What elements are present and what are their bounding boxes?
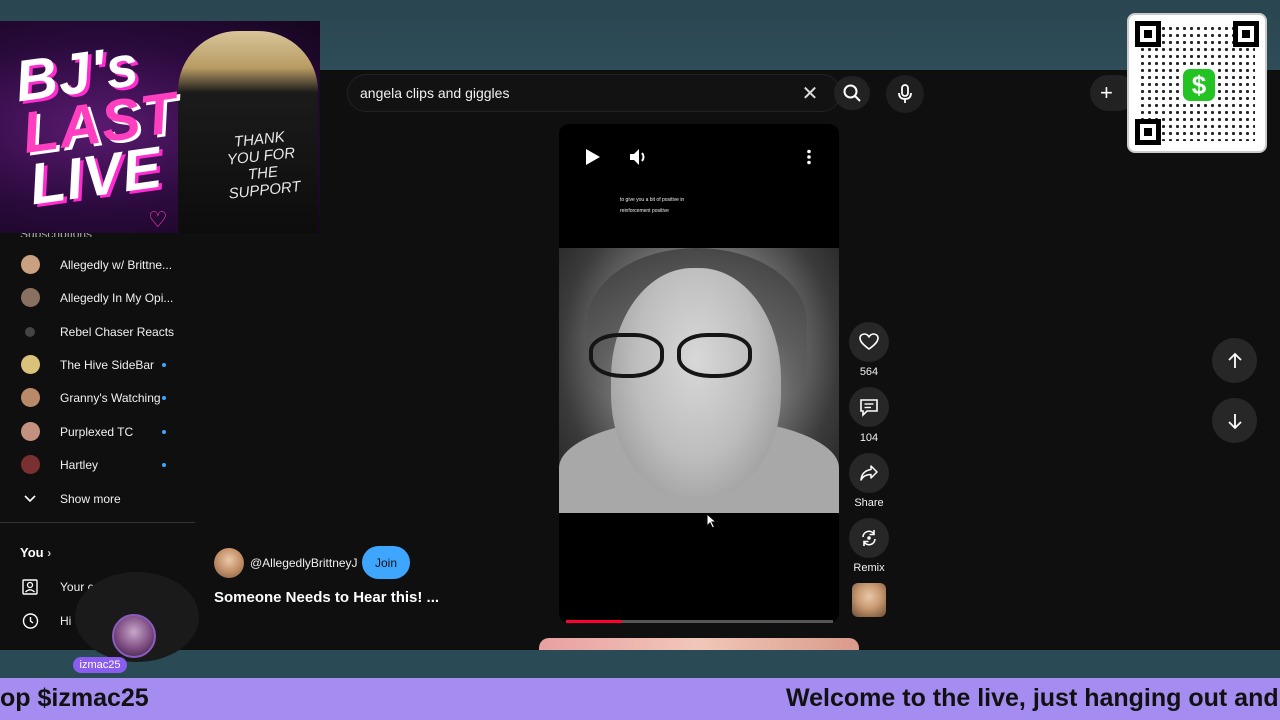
sidebar-item-subscription[interactable]: The Hive SideBar: [0, 348, 195, 381]
new-content-dot: [162, 429, 166, 434]
new-content-dot: [162, 395, 166, 400]
search-input[interactable]: angela clips and giggles: [360, 85, 798, 101]
remix-button[interactable]: [849, 518, 889, 558]
video-progress-fill: [566, 620, 622, 623]
video-person-glasses: [589, 333, 769, 383]
heart-icon: ♡: [148, 207, 168, 232]
channel-thumbnail[interactable]: [852, 583, 886, 617]
account-box-icon: [22, 578, 38, 595]
you-section-header[interactable]: You ›: [20, 545, 51, 560]
like-button[interactable]: [849, 322, 889, 362]
search-button[interactable]: [834, 76, 870, 110]
video-player-bottom[interactable]: [559, 513, 839, 623]
chevron-right-icon: ›: [47, 546, 52, 560]
new-content-dot: [162, 362, 166, 367]
share-button[interactable]: [849, 453, 889, 493]
video-frame[interactable]: [559, 248, 839, 513]
sidebar-item-subscription[interactable]: Allegedly In My Opi...: [0, 281, 195, 314]
channel-avatar: [25, 326, 35, 337]
comment-count: 104: [859, 432, 879, 444]
video-title[interactable]: Someone Needs to Hear this! ...: [214, 589, 439, 606]
play-icon[interactable]: [584, 147, 602, 167]
heart-icon: [859, 333, 879, 350]
sidebar-item-subscription[interactable]: Allegedly w/ Brittne...: [0, 248, 195, 281]
qr-finder: [1135, 119, 1161, 145]
share-label: Share: [854, 497, 884, 509]
ticker-text-left: op $izmac25: [0, 684, 149, 712]
mouse-cursor-icon: [706, 513, 718, 529]
sidebar-item-label: Allegedly w/ Brittne...: [60, 257, 173, 272]
voice-search-button[interactable]: [886, 75, 924, 113]
sidebar-item-label: The Hive SideBar: [60, 357, 155, 372]
arrow-up-icon: [1227, 352, 1242, 368]
history-icon: [22, 612, 39, 629]
volume-icon[interactable]: [628, 146, 650, 168]
plus-icon: +: [1100, 80, 1113, 105]
remix-icon: [862, 530, 876, 546]
channel-avatar: [21, 288, 40, 307]
sidebar-item-subscription[interactable]: Granny's Watching: [0, 381, 195, 414]
search-box[interactable]: angela clips and giggles ✕: [347, 74, 841, 112]
search-icon: [843, 84, 861, 102]
previous-short-button[interactable]: [1212, 338, 1257, 383]
sidebar-item-label: Granny's Watching: [60, 390, 161, 405]
qr-finder: [1135, 21, 1161, 47]
channel-avatar: [21, 422, 40, 441]
sidebar-item-label: Purplexed TC: [60, 424, 134, 439]
sidebar-item-label: Allegedly In My Opi...: [60, 290, 174, 305]
channel-avatar: [21, 255, 40, 274]
cashapp-logo-icon: $: [1180, 66, 1218, 104]
next-short-preview[interactable]: [539, 638, 859, 650]
stream-bottom-background: [0, 650, 1280, 678]
sidebar-divider: [0, 522, 195, 523]
comment-icon: [860, 399, 878, 417]
sidebar-item-subscription[interactable]: Purplexed TC: [0, 415, 195, 448]
comments-button[interactable]: [849, 387, 889, 427]
stream-banner-overlay: THANK YOU FOR THE SUPPORT BJ's LAST LIVE…: [0, 21, 320, 233]
remix-label: Remix: [853, 562, 885, 574]
chevron-down-icon: [24, 494, 36, 502]
streamer-tag: izmac25: [73, 657, 127, 673]
video-player-top[interactable]: [559, 124, 839, 248]
scrolling-ticker: op $izmac25 Welcome to the live, just ha…: [0, 678, 1280, 720]
cashapp-qr-code: $: [1127, 13, 1267, 153]
join-button[interactable]: Join: [362, 546, 410, 579]
share-icon: [860, 465, 878, 481]
arrow-down-icon: [1227, 413, 1242, 429]
microphone-icon: [898, 84, 912, 103]
clear-search-icon[interactable]: ✕: [798, 81, 822, 106]
qr-finder: [1233, 21, 1259, 47]
new-content-dot: [162, 462, 166, 467]
video-person-face: [611, 268, 781, 498]
video-caption: to give you a bit of positive in reinfor…: [620, 197, 685, 214]
next-short-button[interactable]: [1212, 398, 1257, 443]
channel-avatar[interactable]: [214, 548, 244, 578]
streamer-avatar: [112, 614, 156, 658]
channel-avatar: [21, 355, 40, 374]
ticker-text-right: Welcome to the live, just hanging out an…: [786, 684, 1279, 712]
banner-title: BJ's LAST LIVE: [11, 32, 182, 218]
sidebar-item-label: Rebel Chaser Reacts: [60, 324, 175, 339]
show-more-label: Show more: [60, 491, 121, 506]
sidebar-item-label: Hi: [60, 613, 72, 628]
banner-jacket-text: THANK YOU FOR THE SUPPORT: [226, 128, 302, 203]
like-count: 564: [859, 366, 879, 378]
more-options-icon[interactable]: [806, 149, 812, 165]
sidebar-item-subscription[interactable]: Rebel Chaser Reacts: [0, 315, 195, 348]
show-more-button[interactable]: Show more: [0, 482, 195, 515]
sidebar-item-subscription[interactable]: Hartley: [0, 448, 195, 481]
channel-avatar: [21, 388, 40, 407]
sidebar-item-label: Hartley: [60, 457, 99, 472]
channel-avatar: [21, 455, 40, 474]
channel-handle[interactable]: @AllegedlyBrittneyJ: [250, 556, 358, 570]
